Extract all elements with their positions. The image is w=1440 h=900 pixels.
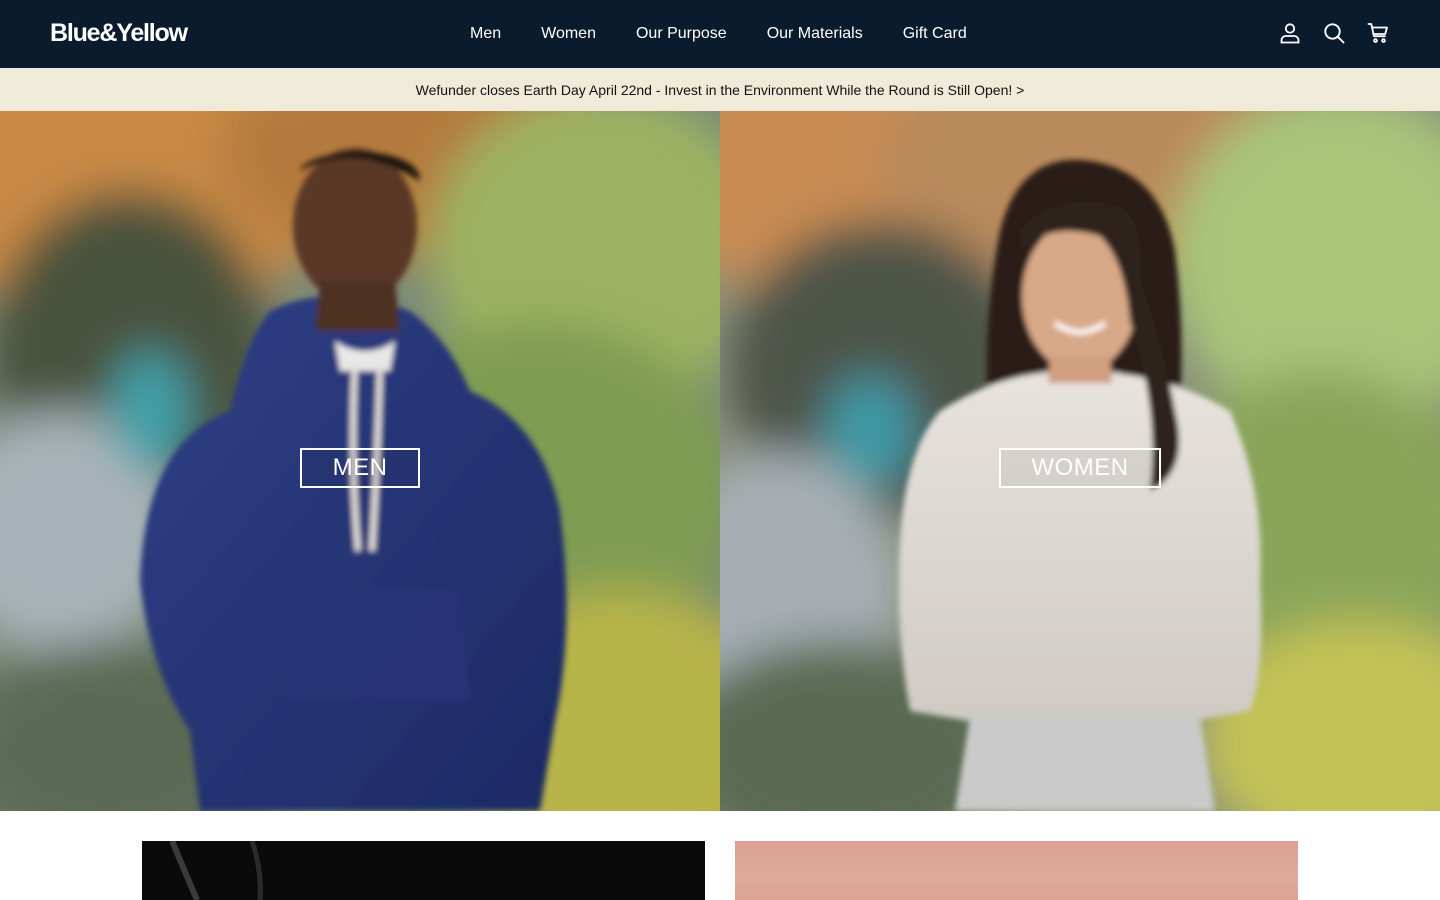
hero-women-panel[interactable]: WOMEN: [720, 111, 1440, 811]
nav-item-men[interactable]: Men: [470, 0, 501, 68]
shop-men-button[interactable]: MEN: [300, 448, 420, 488]
announcement-bar: Wefunder closes Earth Day April 22nd - I…: [0, 68, 1440, 111]
search-icon[interactable]: [1322, 20, 1346, 46]
site-header: Blue&Yellow Men Women Our Purpose Our Ma…: [0, 0, 1440, 68]
collection-tile-left-image: [142, 841, 705, 900]
nav-item-women[interactable]: Women: [541, 0, 596, 68]
account-icon[interactable]: [1278, 20, 1302, 46]
main-nav: Men Women Our Purpose Our Materials Gift…: [470, 0, 967, 68]
nav-item-our-materials[interactable]: Our Materials: [767, 0, 863, 68]
collection-tile-left[interactable]: [142, 841, 705, 900]
announcement-link[interactable]: Wefunder closes Earth Day April 22nd - I…: [416, 82, 1025, 98]
cart-icon[interactable]: [1366, 20, 1390, 46]
brand-logo[interactable]: Blue&Yellow: [50, 19, 188, 48]
hero-men-panel[interactable]: MEN: [0, 111, 720, 811]
hero-split: MEN WOMEN: [0, 111, 1440, 811]
nav-item-gift-card[interactable]: Gift Card: [903, 0, 967, 68]
header-actions: [1278, 20, 1390, 46]
shop-women-button[interactable]: WOMEN: [999, 448, 1161, 488]
collection-tile-right[interactable]: [735, 841, 1298, 900]
nav-item-our-purpose[interactable]: Our Purpose: [636, 0, 727, 68]
